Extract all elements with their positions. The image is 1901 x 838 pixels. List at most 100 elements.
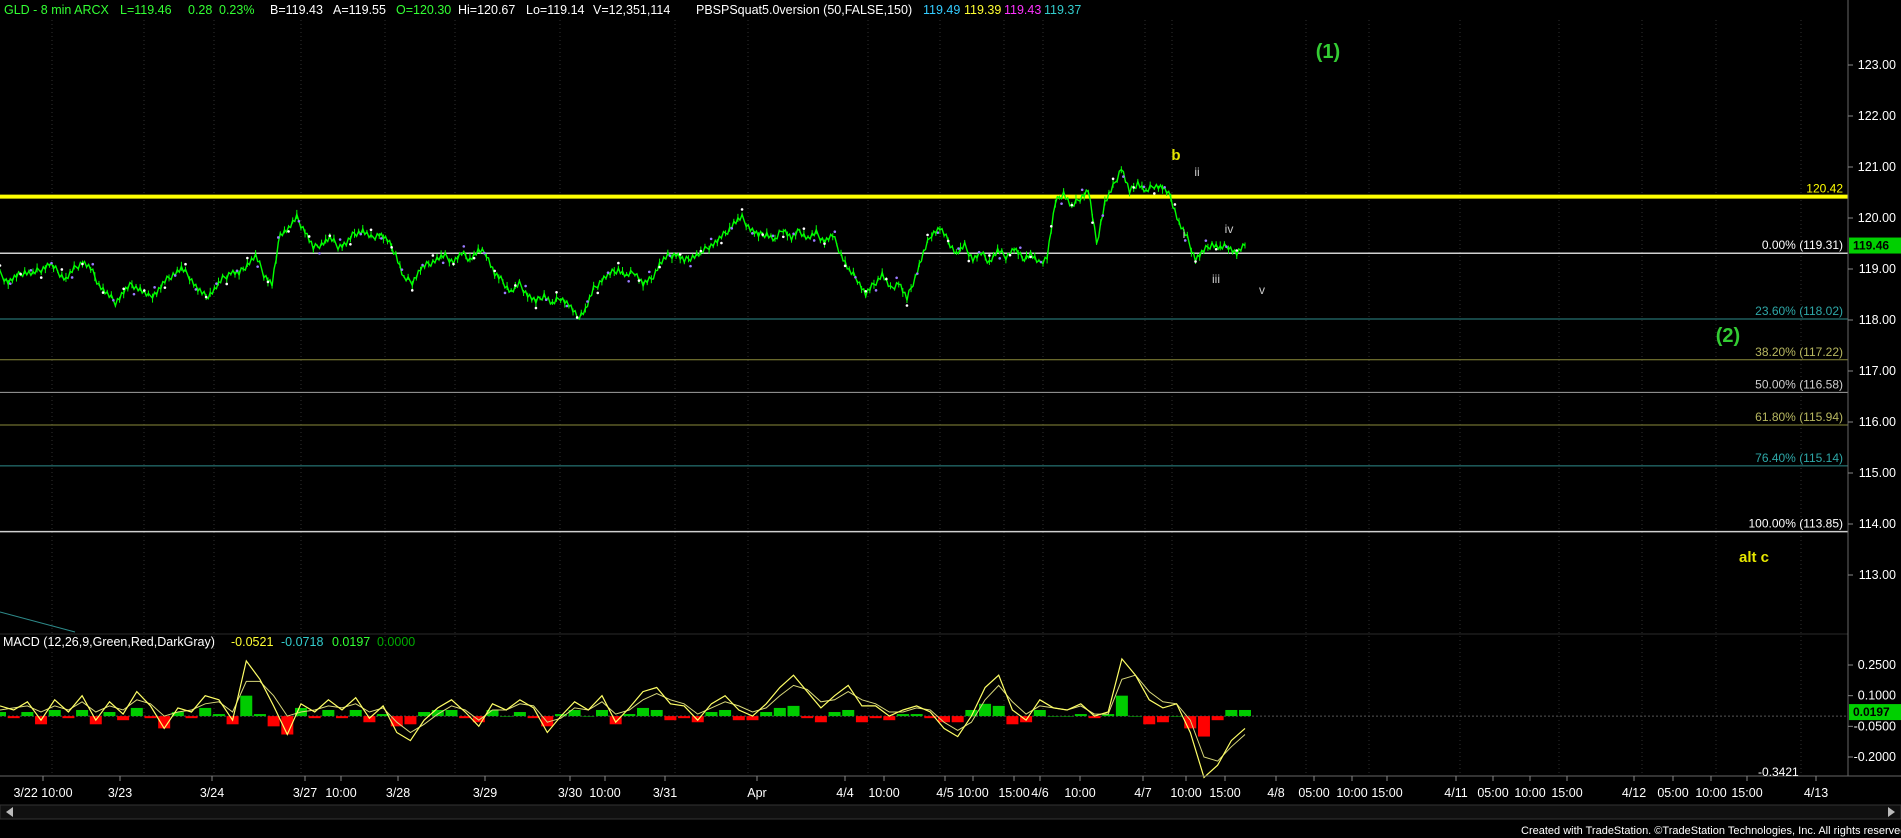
price-tick-label: 119.00 <box>1859 262 1896 276</box>
pivot-marker <box>256 265 259 268</box>
pivot-marker <box>112 298 115 302</box>
pivot-marker <box>1019 246 1022 249</box>
macd-hist-bar <box>773 707 786 717</box>
high-label: Hi=120.67 <box>458 3 515 17</box>
price-tick-label: 116.00 <box>1859 415 1896 429</box>
level-label: 23.60% (118.02) <box>1755 304 1843 318</box>
macd-hist-bar <box>1047 716 1060 717</box>
time-tick-label: 05:00 <box>1477 786 1508 800</box>
macd-tick-label: 0.1000 <box>1858 689 1896 703</box>
pivot-marker <box>812 239 816 242</box>
time-tick-label: 3/22 10:00 <box>13 786 72 800</box>
pivot-marker <box>514 284 517 287</box>
macd-value-badge-text: 0.0197 <box>1853 705 1890 719</box>
time-tick-label: 05:00 <box>1298 786 1329 800</box>
time-tick-label: 3/31 <box>653 786 677 800</box>
macd-value-1: -0.0521 <box>231 635 273 649</box>
pivot-marker <box>163 286 167 289</box>
pivot-marker <box>647 270 651 274</box>
macd-hist-bar <box>1115 695 1128 717</box>
macd-hist-bar <box>363 716 376 723</box>
macd-tick-label: -0.2000 <box>1854 750 1896 764</box>
wave-label: (2) <box>1716 325 1740 347</box>
macd-hist-bar <box>336 716 349 719</box>
pivot-marker <box>235 269 239 273</box>
wave-label: iv <box>1225 222 1234 236</box>
macd-hist-bar <box>979 703 992 717</box>
open-label: O=120.30 <box>396 3 451 17</box>
indicator-label: PBSPSquat5.0version (50,FALSE,150) <box>696 3 912 17</box>
time-tick-label: 4/12 <box>1622 786 1646 800</box>
macd-hist-bar <box>1061 716 1074 717</box>
pivot-marker <box>1173 203 1177 206</box>
scrollbar-track[interactable] <box>0 804 1901 820</box>
time-tick-label: 10:00 <box>1336 786 1367 800</box>
macd-hist-bar <box>664 716 677 721</box>
pivot-marker <box>606 271 610 274</box>
pivot-marker <box>452 262 455 266</box>
time-tick-label: 15:00 <box>1209 786 1240 800</box>
pivot-marker <box>833 230 837 234</box>
macd-hist-bar <box>349 709 362 717</box>
pivot-marker <box>802 227 806 230</box>
macd-hist-bar <box>678 716 691 719</box>
pivot-marker <box>689 264 692 268</box>
pivot-marker <box>431 254 435 257</box>
indicator-value-4: 119.37 <box>1044 3 1081 17</box>
macd-title: MACD (12,26,9,Green,Red,DarkGray) <box>3 635 215 649</box>
macd-hist-bar <box>322 709 335 717</box>
horizontal-scrollbar[interactable] <box>0 804 1901 820</box>
macd-hist-bar <box>691 716 704 723</box>
pivot-marker <box>101 291 105 294</box>
pivot-marker <box>1214 247 1218 251</box>
pivot-marker <box>318 252 321 255</box>
pivot-marker <box>1101 214 1105 217</box>
pivot-marker <box>307 235 311 238</box>
pivot-marker <box>1111 177 1115 181</box>
macd-hist-bar <box>951 716 964 723</box>
pivot-marker <box>1142 185 1146 189</box>
pivot-marker <box>287 230 290 233</box>
macd-hist-bar <box>760 712 773 717</box>
pivot-marker <box>266 280 270 284</box>
price-tick-label: 114.00 <box>1859 517 1896 531</box>
macd-tick-label: -0.0500 <box>1854 719 1896 733</box>
macd-hist-bar <box>1197 716 1210 737</box>
macd-hist-bar <box>267 716 280 727</box>
pivot-marker <box>720 241 723 245</box>
macd-hist-bar <box>992 705 1005 717</box>
time-tick-label: 3/23 <box>108 786 132 800</box>
volume-label: V=12,351,114 <box>593 3 670 17</box>
macd-header: MACD (12,26,9,Green,Red,DarkGray) -0.052… <box>3 635 415 649</box>
time-tick-label: 4/8 <box>1267 786 1284 800</box>
macd-hist-bar <box>869 716 882 719</box>
pivot-marker <box>946 239 950 243</box>
footer-credit: Created with TradeStation. ©TradeStation… <box>1521 825 1901 837</box>
pivot-marker <box>977 250 981 254</box>
macd-hist-bar <box>1156 716 1169 723</box>
time-tick-label: 10:00 <box>589 786 620 800</box>
pivot-marker <box>874 289 878 292</box>
change-pct-label: 0.23% <box>219 3 254 17</box>
pivot-marker <box>349 243 352 246</box>
macd-hist-bar <box>212 714 225 717</box>
pivot-marker <box>19 272 22 276</box>
pivot-marker <box>771 234 775 238</box>
pivot-marker <box>204 295 208 299</box>
pivot-marker <box>328 234 332 237</box>
macd-hist-bar <box>0 712 6 717</box>
pivot-marker <box>926 233 929 237</box>
macd-hist-bar <box>7 716 20 719</box>
pivot-marker <box>81 262 84 266</box>
pivot-marker <box>60 268 64 271</box>
pivot-marker <box>1225 245 1228 248</box>
macd-hist-bar <box>1074 714 1087 717</box>
pivot-marker <box>1060 202 1063 205</box>
pivot-marker <box>132 292 136 296</box>
wave-label: (1) <box>1316 41 1340 63</box>
wave-label: i <box>1183 227 1186 241</box>
pivot-marker <box>400 268 404 271</box>
macd-hist-bar <box>1170 716 1183 717</box>
pivot-marker <box>1049 224 1053 228</box>
wave-label: b <box>1171 147 1180 164</box>
